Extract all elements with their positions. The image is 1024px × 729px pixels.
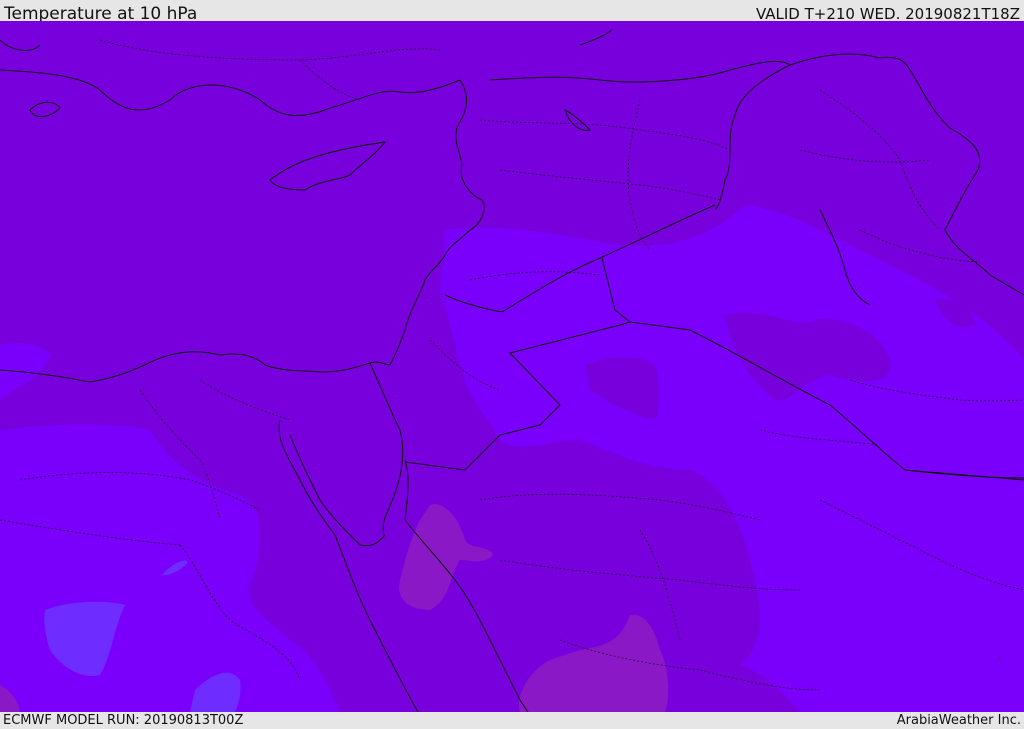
- model-run: ECMWF MODEL RUN: 20190813T00Z: [3, 713, 244, 728]
- footer-bar: ECMWF MODEL RUN: 20190813T00Z ArabiaWeat…: [0, 712, 1024, 729]
- header-bar: Temperature at 10 hPa VALID T+210 WED. 2…: [0, 0, 1024, 24]
- credit-text: ArabiaWeather Inc.: [896, 713, 1021, 728]
- map-canvas[interactable]: [0, 21, 1024, 712]
- temperature-map: [0, 21, 1024, 712]
